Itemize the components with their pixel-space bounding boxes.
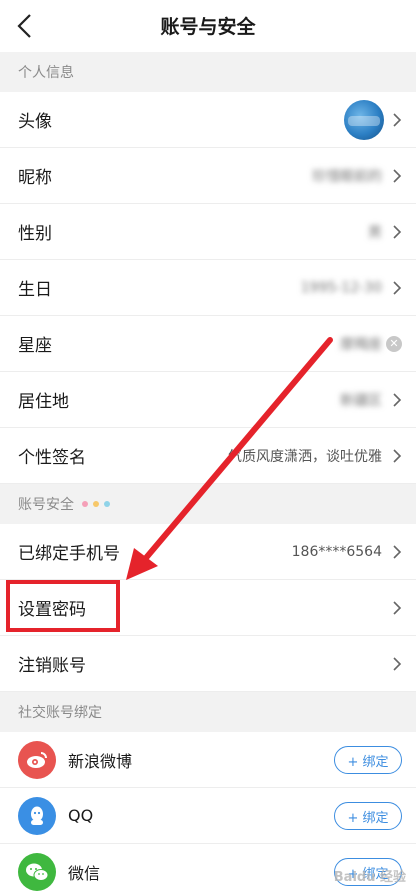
personal-section-title: 个人信息: [18, 65, 74, 81]
chevron-right-icon: [393, 168, 402, 183]
gender-row[interactable]: 性别 男: [0, 204, 416, 260]
chevron-right-icon: [393, 224, 402, 239]
wechat-name: 微信: [68, 863, 101, 883]
weibo-name: 新浪微博: [68, 751, 133, 771]
wechat-icon: [18, 852, 56, 891]
page-title: 账号与安全: [160, 16, 256, 38]
social-section-header: 社交账号绑定: [0, 692, 416, 732]
phone-value: 186****6564: [291, 543, 382, 560]
set-password-row[interactable]: 设置密码: [0, 580, 416, 636]
nickname-value: 珍惜眼前的: [312, 168, 382, 185]
phone-row[interactable]: 已绑定手机号 186****6564: [0, 524, 416, 580]
personal-section-header: 个人信息: [0, 52, 416, 92]
cancel-account-row[interactable]: 注销账号: [0, 636, 416, 692]
nickname-row[interactable]: 昵称 珍惜眼前的: [0, 148, 416, 204]
chevron-right-icon: [393, 448, 402, 463]
set-password-label: 设置密码: [18, 600, 86, 620]
social-row-weibo: 新浪微博 + 绑定: [0, 732, 416, 788]
watermark: Baidu 经验: [333, 870, 406, 885]
phone-label: 已绑定手机号: [18, 544, 120, 564]
weibo-icon: [18, 740, 56, 779]
zodiac-label: 星座: [18, 336, 52, 356]
residence-row[interactable]: 居住地 新疆区: [0, 372, 416, 428]
nickname-label: 昵称: [18, 168, 52, 188]
cancel-account-label: 注销账号: [18, 656, 86, 676]
avatar: [344, 100, 384, 140]
chevron-right-icon: [393, 600, 402, 615]
qq-icon: [18, 796, 56, 835]
zodiac-value: 摩羯座: [340, 336, 382, 353]
signature-row[interactable]: 个性签名 气质风度潇洒，谈吐优雅: [0, 428, 416, 484]
avatar-label: 头像: [18, 112, 52, 132]
decorative-dots: [82, 501, 110, 507]
security-section-title: 账号安全: [18, 497, 74, 513]
gender-label: 性别: [18, 224, 52, 244]
top-bar: 账号与安全: [0, 0, 416, 52]
qq-name: QQ: [68, 806, 94, 825]
chevron-right-icon: [393, 280, 402, 295]
dot-2: [93, 501, 99, 507]
birthday-value: 1995-12-30: [300, 279, 382, 296]
social-row-qq: QQ + 绑定: [0, 788, 416, 844]
chevron-right-icon: [393, 392, 402, 407]
chevron-right-icon: [393, 656, 402, 671]
security-section-header: 账号安全: [0, 484, 416, 524]
bind-weibo-button[interactable]: + 绑定: [334, 746, 402, 774]
chevron-right-icon: [393, 112, 402, 127]
dot-3: [104, 501, 110, 507]
birthday-label: 生日: [18, 280, 52, 300]
bind-qq-button[interactable]: + 绑定: [334, 802, 402, 830]
chevron-right-icon: [393, 544, 402, 559]
clear-icon[interactable]: ✕: [386, 335, 402, 352]
avatar-row[interactable]: 头像: [0, 92, 416, 148]
residence-label: 居住地: [18, 392, 69, 412]
zodiac-row[interactable]: 星座 摩羯座 ✕: [0, 316, 416, 372]
signature-value: 气质风度潇洒，谈吐优雅: [228, 448, 382, 465]
signature-label: 个性签名: [18, 448, 86, 468]
gender-value: 男: [368, 224, 382, 241]
social-section-title: 社交账号绑定: [18, 705, 102, 721]
residence-value: 新疆区: [340, 392, 382, 409]
birthday-row[interactable]: 生日 1995-12-30: [0, 260, 416, 316]
dot-1: [82, 501, 88, 507]
